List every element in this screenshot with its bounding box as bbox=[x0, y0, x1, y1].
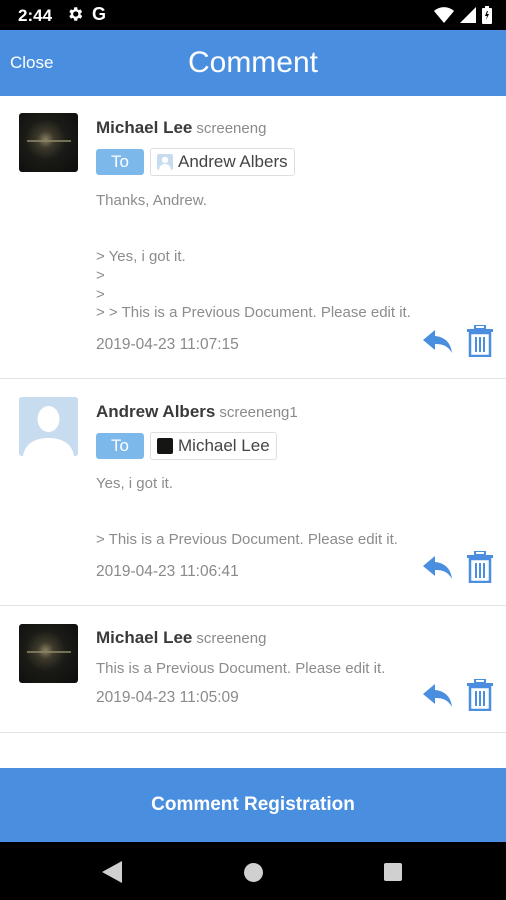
trash-icon[interactable] bbox=[466, 551, 494, 583]
avatar bbox=[19, 624, 78, 683]
author-name: Andrew Albers bbox=[96, 402, 216, 421]
comment-body: This is a Previous Document. Please edit… bbox=[96, 660, 386, 677]
author-id: screeneng1 bbox=[219, 404, 298, 421]
back-icon[interactable] bbox=[102, 861, 122, 883]
reply-icon[interactable] bbox=[422, 328, 454, 356]
recipient-row: To Andrew Albers bbox=[96, 148, 295, 176]
battery-icon bbox=[482, 6, 492, 24]
wifi-icon bbox=[434, 7, 454, 23]
navigation-bar bbox=[0, 842, 506, 900]
author-line: Andrew Albers screeneng1 bbox=[96, 402, 298, 422]
reply-icon[interactable] bbox=[422, 554, 454, 582]
comment-list[interactable]: Michael Lee screeneng To Andrew Albers Th… bbox=[0, 96, 506, 768]
recipient-chip[interactable]: Michael Lee bbox=[150, 432, 277, 460]
comment-body: Yes, i got it. > This is a Previous Docu… bbox=[96, 475, 398, 549]
trash-icon[interactable] bbox=[466, 325, 494, 357]
trash-icon[interactable] bbox=[466, 679, 494, 711]
avatar bbox=[19, 397, 78, 456]
status-indicators bbox=[434, 6, 492, 24]
status-bar: 2:44 G bbox=[0, 0, 506, 30]
to-badge: To bbox=[96, 149, 144, 175]
recipient-name: Michael Lee bbox=[178, 436, 270, 455]
app-bar: Close Comment bbox=[0, 30, 506, 96]
recipient-name: Andrew Albers bbox=[178, 152, 288, 171]
comment-timestamp: 2019-04-23 11:05:09 bbox=[96, 689, 239, 706]
author-line: Michael Lee screeneng bbox=[96, 118, 266, 138]
comment-body: Thanks, Andrew. > Yes, i got it. > > > >… bbox=[96, 192, 411, 322]
author-name: Michael Lee bbox=[96, 118, 193, 137]
status-time: 2:44 bbox=[18, 6, 53, 25]
comment-timestamp: 2019-04-23 11:07:15 bbox=[96, 336, 239, 353]
signal-icon bbox=[460, 7, 476, 23]
recipient-row: To Michael Lee bbox=[96, 432, 277, 460]
comment-item: Michael Lee screeneng To Andrew Albers Th… bbox=[0, 96, 506, 379]
page-title: Comment bbox=[187, 46, 319, 79]
avatar bbox=[157, 438, 173, 454]
google-icon: G bbox=[92, 4, 107, 24]
comment-item: Michael Lee screeneng This is a Previous … bbox=[0, 606, 506, 733]
author-line: Michael Lee screeneng bbox=[96, 628, 266, 648]
author-id: screeneng bbox=[196, 630, 267, 647]
to-badge: To bbox=[96, 433, 144, 459]
author-id: screeneng bbox=[196, 120, 267, 137]
recipient-chip[interactable]: Andrew Albers bbox=[150, 148, 295, 176]
home-icon[interactable] bbox=[244, 863, 263, 882]
recents-icon[interactable] bbox=[384, 863, 402, 881]
author-name: Michael Lee bbox=[96, 628, 193, 647]
comment-registration-button[interactable]: Comment Registration bbox=[0, 768, 506, 842]
comment-item: Andrew Albers screeneng1 To Michael Lee Y… bbox=[0, 379, 506, 606]
comment-timestamp: 2019-04-23 11:06:41 bbox=[96, 563, 239, 580]
person-icon bbox=[157, 154, 173, 170]
avatar bbox=[19, 113, 78, 172]
reply-icon[interactable] bbox=[422, 682, 454, 710]
gear-icon bbox=[69, 7, 83, 21]
